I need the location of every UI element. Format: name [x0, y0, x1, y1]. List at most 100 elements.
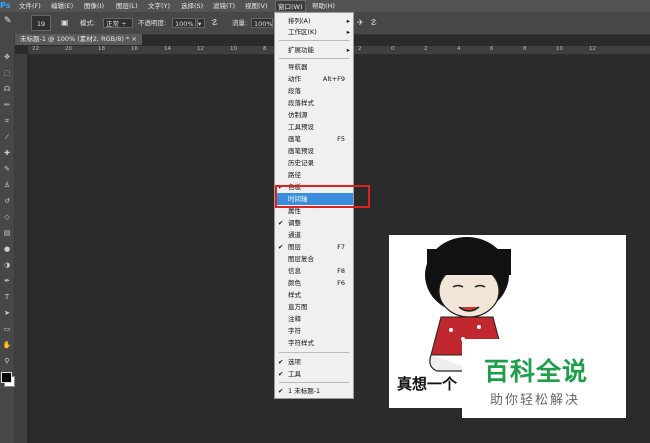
menu-filter[interactable]: 滤镜(T): [213, 0, 235, 12]
menu-item-styles[interactable]: 样式: [275, 289, 353, 301]
menu-item-notes[interactable]: 注释: [275, 313, 353, 325]
gradient-icon[interactable]: ▤: [1, 228, 13, 238]
menu-item-paragraph-styles[interactable]: 段落样式: [275, 97, 353, 109]
menu-item-brush-presets[interactable]: 画笔预设: [275, 145, 353, 157]
mode-value: 正常: [106, 20, 119, 28]
foreground-color-swatch[interactable]: [1, 372, 12, 383]
menu-item-history[interactable]: 历史记录: [275, 157, 353, 169]
menu-item-label: 字符: [288, 327, 301, 335]
menu-item-paragraph[interactable]: 段落: [275, 85, 353, 97]
menu-item-label: 历史记录: [288, 159, 314, 167]
brush-size-value: 19: [36, 20, 46, 28]
hand-tool-icon[interactable]: ✋: [1, 340, 13, 350]
menu-item-label: 导航器: [288, 63, 308, 71]
ruler-label: 10: [556, 46, 563, 52]
move-tool-icon[interactable]: ✥: [1, 52, 13, 62]
crop-tool-icon[interactable]: ⌗: [1, 116, 13, 126]
opacity-dropdown-icon[interactable]: ▾: [197, 18, 205, 28]
menu-item-label: 通道: [288, 231, 301, 239]
dodge-tool-icon[interactable]: ◑: [1, 260, 13, 270]
menu-item-shortcut: Alt+F9: [322, 75, 345, 83]
menu-item-navigator[interactable]: 导航器: [275, 61, 353, 73]
menu-file[interactable]: 文件(F): [19, 0, 41, 12]
ruler-label: 12: [197, 46, 204, 52]
history-brush-icon[interactable]: ↺: [1, 196, 13, 206]
checkmark-icon: ✔: [278, 219, 284, 227]
airbrush-icon[interactable]: ✈: [357, 18, 364, 28]
type-tool-icon[interactable]: T: [1, 292, 13, 302]
lasso-tool-icon[interactable]: ☊: [1, 84, 13, 94]
quick-select-icon[interactable]: ✏: [1, 100, 13, 110]
ruler-label: 14: [164, 46, 171, 52]
brush-tool-icon[interactable]: ✎: [1, 164, 13, 174]
menu-item-label: 扩展功能: [288, 46, 314, 54]
menu-item-shortcut: F7: [337, 243, 345, 251]
ruler-label: 12: [589, 46, 596, 52]
menu-item-extensions[interactable]: 扩展功能 ▸: [275, 44, 353, 56]
menu-item-open-document[interactable]: ✔ 1 未标题-1: [275, 385, 353, 397]
chevron-down-icon: ÷: [121, 20, 127, 28]
brush-size-picker[interactable]: 19: [31, 15, 51, 31]
ruler-label: 22: [32, 46, 39, 52]
mode-select[interactable]: 正常 ÷: [103, 18, 133, 28]
opacity-field[interactable]: 100%: [172, 18, 196, 28]
menu-help[interactable]: 帮助(H): [312, 0, 335, 12]
menu-item-character[interactable]: 字符: [275, 325, 353, 337]
menu-type[interactable]: 文字(Y): [148, 0, 170, 12]
clone-stamp-icon[interactable]: ♙: [1, 180, 13, 190]
menu-image[interactable]: 图像(I): [84, 0, 104, 12]
menu-item-layers[interactable]: ✔ 图层 F7: [275, 241, 353, 253]
menu-item-label: 动作: [288, 75, 301, 83]
marquee-tool-icon[interactable]: ⬚: [1, 68, 13, 78]
menu-item-histogram[interactable]: 直方图: [275, 301, 353, 313]
brush-panel-icon[interactable]: ▣: [61, 18, 69, 28]
menu-item-color[interactable]: 颜色 F6: [275, 277, 353, 289]
pressure-size-icon[interactable]: ☡: [370, 18, 377, 28]
menu-item-label: 图层: [288, 243, 301, 251]
brush-tool-icon[interactable]: ✎: [4, 16, 12, 26]
menu-item-tool-presets[interactable]: 工具预设: [275, 121, 353, 133]
eyedropper-icon[interactable]: ⁄: [1, 132, 13, 142]
menu-item-layer-comps[interactable]: 图层复合: [275, 253, 353, 265]
zoom-tool-icon[interactable]: ⚲: [1, 356, 13, 366]
menu-item-label: 颜色: [288, 279, 301, 287]
blur-tool-icon[interactable]: ●: [1, 244, 13, 254]
menu-item-adjustments[interactable]: ✔ 调整: [275, 217, 353, 229]
menu-item-shortcut: F8: [337, 267, 345, 275]
path-select-icon[interactable]: ➤: [1, 308, 13, 318]
menu-item-paths[interactable]: 路径: [275, 169, 353, 181]
menu-separator: [279, 58, 349, 59]
menu-select[interactable]: 选择(S): [181, 0, 203, 12]
shape-tool-icon[interactable]: ▭: [1, 324, 13, 334]
menu-item-info[interactable]: 信息 F8: [275, 265, 353, 277]
document-tab[interactable]: 未标题-1 @ 100% (素材2, RGB/8) * ×: [15, 34, 142, 45]
pressure-opacity-icon[interactable]: ☡: [211, 18, 218, 28]
pen-tool-icon[interactable]: ✒: [1, 276, 13, 286]
menu-item-tools[interactable]: ✔ 工具: [275, 368, 353, 380]
flow-field[interactable]: 100%: [251, 18, 273, 28]
menu-window[interactable]: 窗口(W): [275, 0, 306, 12]
menu-item-actions[interactable]: 动作 Alt+F9: [275, 73, 353, 85]
ruler-label: 0: [391, 46, 395, 52]
ruler-label: 8: [523, 46, 527, 52]
menu-item-shortcut: F5: [337, 135, 345, 143]
menu-item-label: 段落: [288, 87, 301, 95]
watermark-subtitle: 助你轻松解决: [490, 393, 581, 408]
ruler-label: 16: [131, 46, 138, 52]
ruler-label: 8: [263, 46, 267, 52]
menu-item-clone-source[interactable]: 仿制源: [275, 109, 353, 121]
checkmark-icon: ✔: [278, 358, 284, 366]
menu-item-label: 画笔预设: [288, 147, 314, 155]
menu-edit[interactable]: 编辑(E): [51, 0, 73, 12]
menu-item-options[interactable]: ✔ 选项: [275, 356, 353, 368]
ruler-label: 20: [65, 46, 72, 52]
menu-item-channels[interactable]: 通道: [275, 229, 353, 241]
menu-view[interactable]: 视图(V): [245, 0, 268, 12]
healing-brush-icon[interactable]: ✚: [1, 148, 13, 158]
menu-item-workspace[interactable]: 工作区(K) ▸: [275, 26, 353, 38]
menu-item-character-styles[interactable]: 字符样式: [275, 337, 353, 349]
menu-item-brush[interactable]: 画笔 F5: [275, 133, 353, 145]
eraser-icon[interactable]: ◇: [1, 212, 13, 222]
menu-layer[interactable]: 图层(L): [116, 0, 138, 12]
menu-item-label: 工具预设: [288, 123, 314, 131]
